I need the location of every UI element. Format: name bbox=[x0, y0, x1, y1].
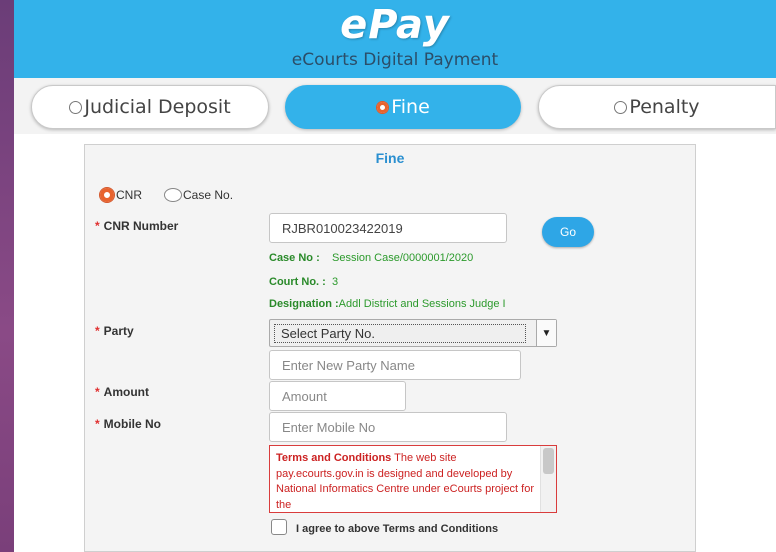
required-marker: * bbox=[95, 385, 100, 399]
party-select-value: Select Party No. bbox=[274, 324, 526, 343]
designation-info: Designation :Addl District and Sessions … bbox=[269, 298, 506, 310]
terms-and-conditions-box[interactable]: Terms and Conditions The web site pay.ec… bbox=[269, 445, 557, 513]
cnr-number-label: * CNR Number bbox=[95, 219, 179, 233]
required-marker: * bbox=[95, 324, 100, 338]
terms-scrollbar[interactable] bbox=[540, 446, 556, 512]
mobile-no-input[interactable]: Enter Mobile No bbox=[269, 412, 507, 442]
required-marker: * bbox=[95, 417, 100, 431]
designation-value: Addl District and Sessions Judge I bbox=[338, 298, 506, 310]
caret-down-icon: ▼ bbox=[536, 320, 556, 346]
header-banner: ePay eCourts Digital Payment bbox=[14, 0, 776, 78]
payment-type-tabs: Judicial Deposit Fine Penalty bbox=[14, 78, 776, 134]
radio-case-no-label: Case No. bbox=[183, 188, 234, 202]
amount-input[interactable]: Amount bbox=[269, 381, 406, 411]
scrollbar-thumb[interactable] bbox=[543, 448, 554, 474]
form-title: Fine bbox=[375, 150, 405, 166]
required-marker: * bbox=[95, 219, 100, 233]
cnr-number-input[interactable]: RJBR010023422019 bbox=[269, 213, 507, 243]
search-by-radio-group: CNR Case No. bbox=[99, 187, 233, 203]
mobile-no-label: * Mobile No bbox=[95, 417, 161, 431]
terms-title: Terms and Conditions bbox=[276, 452, 392, 464]
party-label: * Party bbox=[95, 324, 134, 338]
case-no-label: Case No : bbox=[269, 252, 320, 264]
court-no-value: 3 bbox=[331, 276, 339, 288]
radio-icon bbox=[614, 100, 628, 114]
radio-selected-icon bbox=[376, 100, 390, 114]
terms-text: Terms and Conditions The web site pay.ec… bbox=[276, 451, 534, 512]
radio-cnr-label: CNR bbox=[116, 188, 142, 202]
amount-label: * Amount bbox=[95, 385, 149, 399]
court-no-info: Court No. : 3 bbox=[269, 276, 338, 288]
tab-judicial-deposit[interactable]: Judicial Deposit bbox=[31, 85, 269, 129]
radio-case-no[interactable] bbox=[164, 188, 182, 202]
party-select[interactable]: Select Party No. ▼ bbox=[269, 319, 557, 347]
court-no-label: Court No. : bbox=[269, 276, 326, 288]
radio-icon bbox=[69, 100, 83, 114]
go-button[interactable]: Go bbox=[542, 217, 594, 247]
case-no-value: Session Case/0000001/2020 bbox=[331, 252, 474, 264]
new-party-name-input[interactable]: Enter New Party Name bbox=[269, 350, 521, 380]
agree-checkbox[interactable] bbox=[271, 519, 287, 535]
background-left bbox=[0, 0, 14, 552]
designation-label: Designation : bbox=[269, 298, 339, 310]
brand-subtitle: eCourts Digital Payment bbox=[291, 50, 499, 70]
tab-label: Penalty bbox=[629, 96, 700, 118]
brand-title: ePay bbox=[340, 2, 450, 48]
fine-form: Fine CNR Case No. * CNR Number RJBR010023… bbox=[84, 144, 696, 552]
radio-cnr[interactable] bbox=[99, 187, 115, 203]
agree-label: I agree to above Terms and Conditions bbox=[296, 523, 499, 535]
tab-penalty[interactable]: Penalty bbox=[538, 85, 776, 129]
tab-label: Fine bbox=[391, 96, 430, 118]
main-panel: ePay eCourts Digital Payment Judicial De… bbox=[14, 0, 776, 552]
tab-label: Judicial Deposit bbox=[84, 96, 231, 118]
tab-fine[interactable]: Fine bbox=[285, 85, 521, 129]
case-no-info: Case No : Session Case/0000001/2020 bbox=[269, 252, 473, 264]
